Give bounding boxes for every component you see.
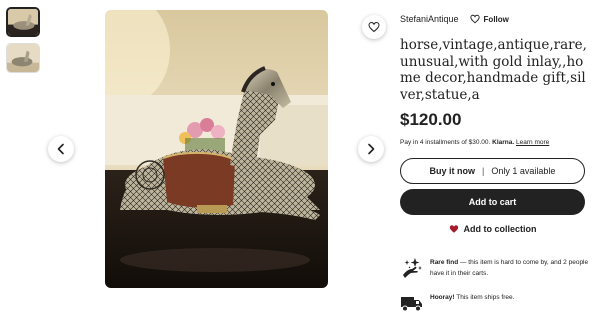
listing-price: $120.00 bbox=[400, 110, 462, 129]
add-to-collection-label: Add to collection bbox=[463, 224, 537, 234]
klarna-brand: Klarna. bbox=[492, 139, 515, 146]
buy-it-now-label: Buy it now bbox=[429, 166, 476, 176]
thumbnail-2[interactable] bbox=[6, 43, 40, 73]
availability-text: Only 1 available bbox=[491, 166, 556, 176]
next-image-button[interactable] bbox=[358, 136, 384, 162]
thumbnail-1[interactable] bbox=[6, 7, 40, 37]
rare-find-notice: Rare find — this item is hard to come by… bbox=[400, 257, 590, 279]
shipping-detail: This item ships free. bbox=[454, 294, 515, 301]
shop-name-link[interactable]: StefaniAntique bbox=[400, 14, 459, 24]
listing-title: horse,vintage,antique,rare,unusual,with … bbox=[400, 37, 587, 103]
buy-it-now-button[interactable]: Buy it now | Only 1 available bbox=[400, 158, 585, 184]
klarna-prefix: Pay in 4 installments of $30.00. bbox=[400, 139, 491, 146]
chevron-right-icon bbox=[368, 143, 375, 155]
heart-filled-icon bbox=[449, 225, 458, 233]
free-shipping-notice: Hooray! This item ships free. bbox=[400, 292, 590, 314]
follow-button[interactable]: Follow bbox=[469, 14, 509, 24]
shipping-bold: Hooray! bbox=[430, 294, 455, 301]
favorite-button[interactable] bbox=[362, 15, 386, 39]
rare-find-text: Rare find — this item is hard to come by… bbox=[430, 257, 590, 279]
add-to-cart-label: Add to cart bbox=[468, 197, 517, 207]
follow-label: Follow bbox=[483, 14, 509, 24]
buy-separator: | bbox=[482, 166, 485, 176]
heart-outline-icon bbox=[469, 14, 480, 24]
chevron-left-icon bbox=[57, 143, 64, 155]
sparkle-hand-icon bbox=[403, 258, 422, 278]
learn-more-link[interactable]: Learn more bbox=[516, 139, 549, 146]
klarna-installments: Pay in 4 installments of $30.00. Klarna.… bbox=[400, 139, 549, 146]
product-image bbox=[105, 10, 328, 288]
shop-row: StefaniAntique Follow bbox=[400, 14, 509, 24]
add-to-collection-button[interactable]: Add to collection bbox=[400, 224, 585, 234]
free-shipping-text: Hooray! This item ships free. bbox=[430, 292, 514, 303]
heart-outline-icon bbox=[368, 21, 380, 33]
previous-image-button[interactable] bbox=[48, 136, 74, 162]
add-to-cart-button[interactable]: Add to cart bbox=[400, 189, 585, 215]
rare-find-bold: Rare find bbox=[430, 259, 459, 266]
truck-icon bbox=[401, 297, 422, 312]
